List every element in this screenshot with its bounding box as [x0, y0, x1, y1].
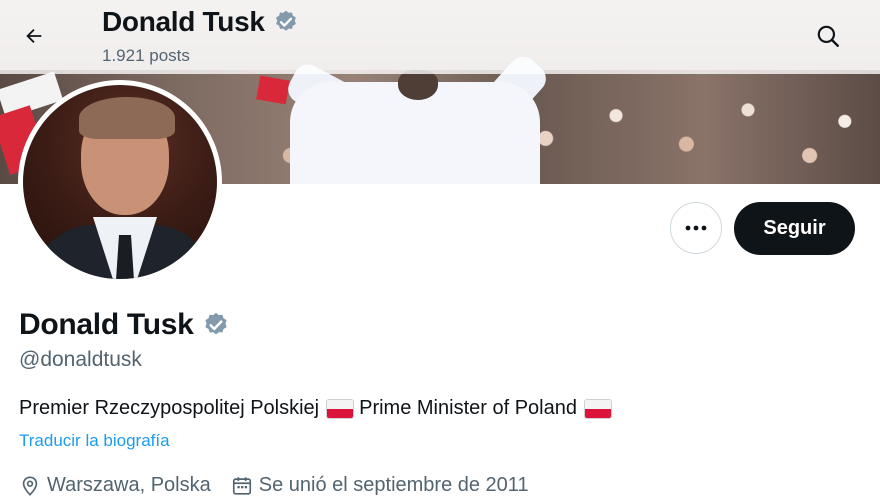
search-icon [817, 25, 839, 47]
back-button[interactable] [14, 16, 54, 56]
profile-handle: @donaldtusk [19, 348, 142, 371]
location-item: Warszawa, Polska [19, 474, 211, 497]
follow-button[interactable]: Seguir [734, 202, 855, 255]
verified-badge-icon[interactable] [202, 311, 230, 339]
location-text: Warszawa, Polska [47, 474, 211, 496]
joined-text: Se unió el septiembre de 2011 [258, 474, 529, 496]
banner-flag-small [256, 75, 290, 105]
location-pin-icon [22, 475, 38, 496]
header-display-name: Donald Tusk [102, 6, 265, 37]
avatar-photo [23, 85, 217, 279]
profile-display-name: Donald Tusk [19, 308, 194, 341]
calendar-icon [232, 476, 251, 495]
profile-bio: Premier Rzeczypospolitej Polskiej Prime … [19, 397, 617, 420]
avatar[interactable] [18, 80, 222, 284]
banner-figure-head [398, 70, 438, 100]
joined-item: Se unió el septiembre de 2011 [231, 474, 529, 497]
profile-name-row: Donald Tusk [19, 308, 230, 342]
header-title: Donald Tusk [102, 6, 299, 38]
more-dots-icon [685, 225, 707, 231]
poland-flag-icon [584, 399, 611, 418]
search-button[interactable] [806, 14, 850, 58]
profile-header-bar: Donald Tusk 1.921 posts [0, 0, 880, 74]
poland-flag-icon [327, 399, 354, 418]
bio-text-polish: Premier Rzeczypospolitej Polskiej [19, 397, 320, 419]
bio-text-english: Prime Minister of Poland [359, 397, 577, 419]
back-arrow-icon [26, 28, 42, 44]
verified-badge-icon [275, 10, 296, 31]
more-options-button[interactable] [670, 202, 722, 254]
profile-meta: Warszawa, Polska Se unió el septiembre d… [19, 474, 549, 497]
translate-bio-link[interactable]: Traducir la biografía [19, 431, 170, 451]
header-post-count: 1.921 posts [102, 46, 190, 65]
